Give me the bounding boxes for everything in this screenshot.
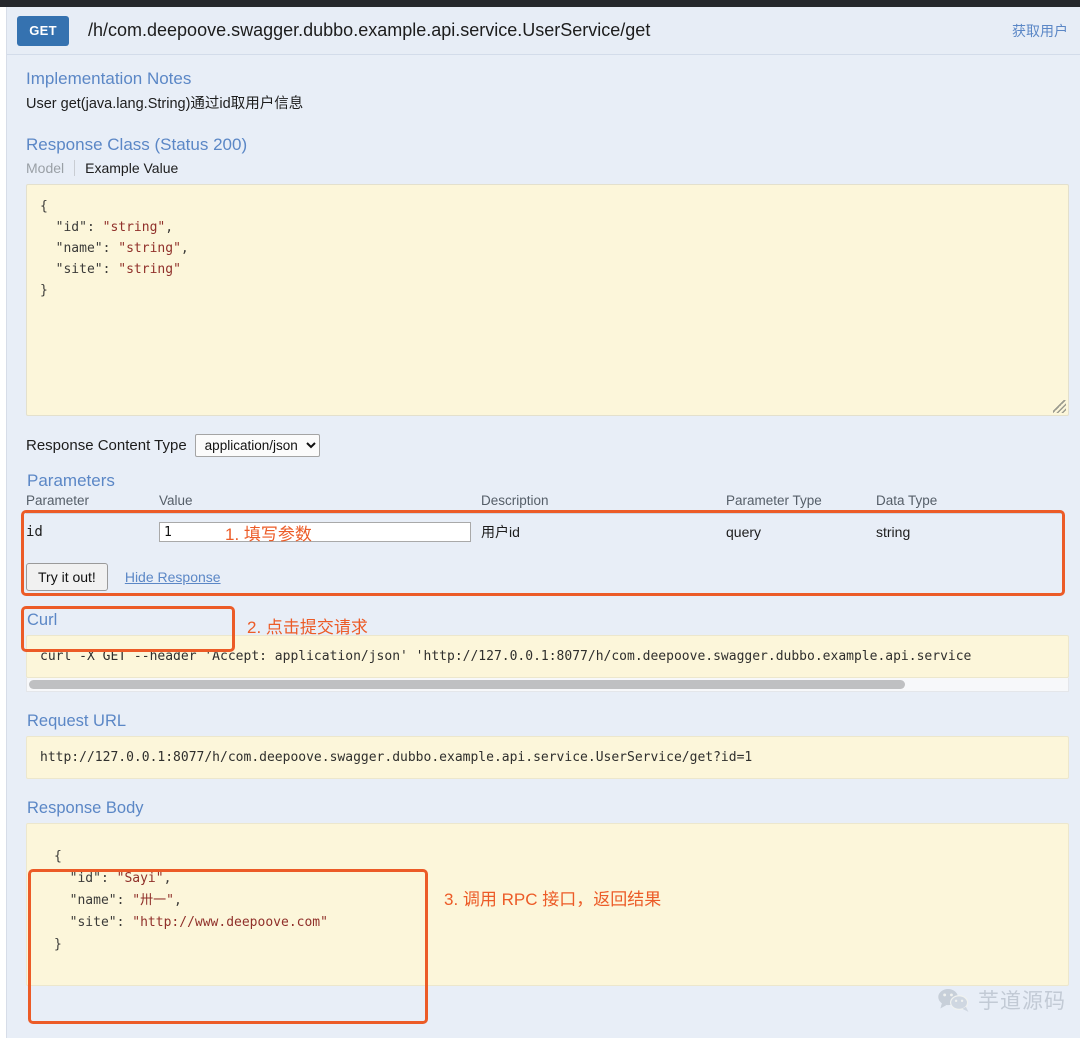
response-content-type-row: Response Content Type application/json [26, 434, 1068, 457]
wechat-icon [937, 987, 971, 1013]
http-method-badge: GET [17, 16, 69, 46]
response-value-name: "卅一" [132, 893, 174, 908]
try-it-out-button[interactable]: Try it out! [26, 563, 108, 591]
cell-description: 用户id [481, 514, 726, 550]
implementation-notes-text: User get(java.lang.String)通过id取用户信息 [26, 92, 1068, 113]
column-parameter-type: Parameter Type [726, 492, 876, 514]
request-url-box: http://127.0.0.1:8077/h/com.deepoove.swa… [26, 736, 1069, 779]
endpoint-path[interactable]: /h/com.deepoove.swagger.dubbo.example.ap… [88, 20, 1002, 41]
example-key-site: "site": [56, 262, 111, 277]
column-parameter: Parameter [26, 492, 159, 514]
response-class-tabs: Model Example Value [26, 160, 1068, 176]
response-key-site: "site": [70, 915, 125, 930]
browser-chrome-edge [0, 0, 1080, 7]
endpoint-summary: 获取用户 [1012, 21, 1068, 41]
parameters-table: Parameter Value Description Parameter Ty… [26, 492, 1062, 549]
response-key-name: "name": [70, 893, 125, 908]
request-url-heading: Request URL [27, 712, 1068, 731]
annotation-step-2: 2. 点击提交请求 [247, 613, 368, 638]
request-url-text: http://127.0.0.1:8077/h/com.deepoove.swa… [27, 737, 1068, 778]
column-data-type: Data Type [876, 492, 1062, 514]
curl-horizontal-scrollbar[interactable] [26, 678, 1069, 692]
column-description: Description [481, 492, 726, 514]
scrollbar-thumb[interactable] [29, 680, 905, 689]
textarea-resize-handle[interactable] [1053, 400, 1066, 413]
response-body-heading: Response Body [27, 799, 1068, 818]
watermark-text: 芋道源码 [978, 985, 1066, 1015]
parameters-heading: Parameters [27, 471, 1068, 491]
annotation-step-1: 1. 填写参数 [225, 520, 312, 545]
column-value: Value [159, 492, 481, 514]
endpoint-header[interactable]: GET /h/com.deepoove.swagger.dubbo.exampl… [7, 7, 1080, 55]
cell-parameter-value [159, 514, 481, 550]
parameter-value-input[interactable] [159, 522, 471, 542]
curl-box: curl -X GET --header 'Accept: applicatio… [26, 635, 1069, 678]
response-content-type-label: Response Content Type [26, 437, 187, 454]
table-header-row: Parameter Value Description Parameter Ty… [26, 492, 1062, 514]
swagger-operation-panel: GET /h/com.deepoove.swagger.dubbo.exampl… [7, 7, 1080, 1038]
cell-parameter-name: id [26, 514, 159, 550]
table-row: id 用户id query string [26, 514, 1062, 550]
cell-data-type: string [876, 514, 1062, 550]
response-value-id: "Sayi" [117, 871, 164, 886]
hide-response-link[interactable]: Hide Response [125, 569, 221, 585]
example-value-code: { "id": "string", "name": "string", "sit… [27, 185, 1068, 301]
implementation-notes-heading: Implementation Notes [26, 69, 1068, 89]
operation-content: Implementation Notes User get(java.lang.… [7, 55, 1080, 986]
tab-model[interactable]: Model [26, 160, 74, 176]
tab-example-value[interactable]: Example Value [74, 160, 178, 176]
response-value-site: "http://www.deepoove.com" [132, 915, 328, 930]
example-key-name: "name": [56, 241, 111, 256]
parameters-table-head: Parameter Value Description Parameter Ty… [26, 492, 1062, 514]
curl-heading: Curl [27, 611, 1068, 630]
annotation-step-3: 3. 调用 RPC 接口，返回结果 [444, 885, 661, 910]
cell-parameter-type: query [726, 514, 876, 550]
example-key-id: "id": [56, 220, 95, 235]
response-key-id: "id": [70, 871, 109, 886]
example-value-textarea[interactable]: { "id": "string", "name": "string", "sit… [26, 184, 1069, 416]
response-content-type-select[interactable]: application/json [195, 434, 320, 457]
curl-command: curl -X GET --header 'Accept: applicatio… [27, 636, 1068, 677]
action-buttons-row: Try it out! Hide Response [26, 563, 1068, 591]
example-value-name: "string" [118, 241, 181, 256]
watermark: 芋道源码 [937, 985, 1066, 1015]
example-value-site: "string" [118, 262, 181, 277]
example-value-id: "string" [103, 220, 166, 235]
spacer [19, 113, 1068, 135]
parameters-table-body: id 用户id query string [26, 514, 1062, 550]
response-class-heading: Response Class (Status 200) [26, 135, 1068, 155]
